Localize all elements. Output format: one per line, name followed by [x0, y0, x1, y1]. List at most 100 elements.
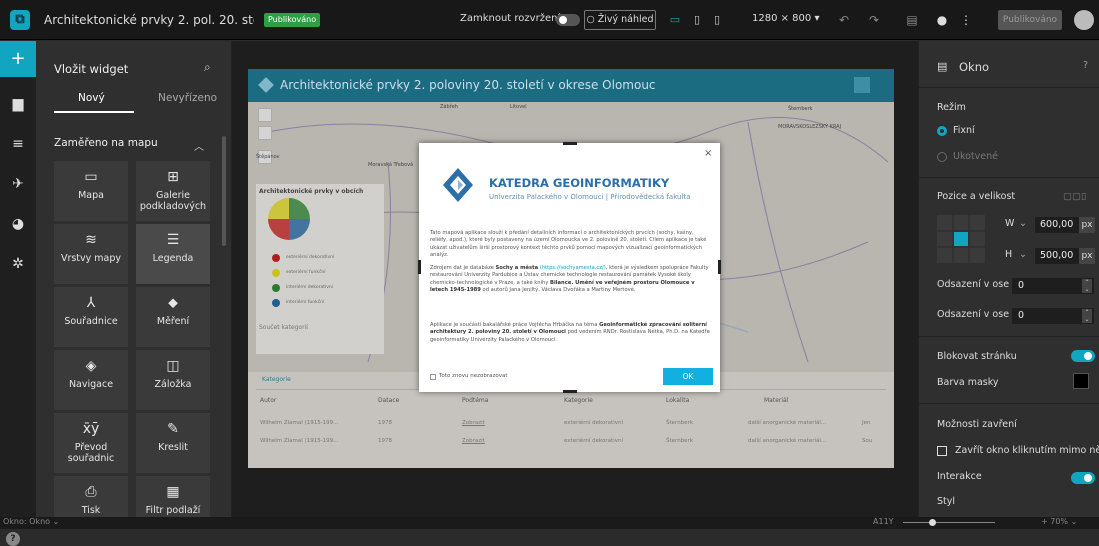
widget-floor-filter[interactable]: ▦ Filtr podlaží — [136, 476, 210, 517]
info-icon[interactable] — [854, 77, 870, 93]
table-header[interactable]: Kategorie — [564, 397, 593, 404]
tablet-view-icon[interactable]: ▯ — [688, 11, 706, 29]
table-header[interactable]: Lokalita — [666, 397, 689, 404]
legend-panel: Architektonické prvky v obcích exteriérn… — [256, 184, 384, 354]
height-unit[interactable]: px — [1079, 248, 1095, 264]
resize-handle[interactable] — [718, 260, 721, 274]
zoom-slider[interactable] — [903, 522, 995, 523]
close-outside-label: Zavřít okno kliknutím mimo něj — [955, 445, 1099, 456]
widget-draw[interactable]: ✎ Kreslit — [136, 413, 210, 473]
source-link[interactable]: (https://sochyamesta.cz/) — [538, 265, 606, 271]
undo-icon[interactable]: ↶ — [836, 11, 852, 29]
widget-navigation[interactable]: ◈ Navigace — [54, 350, 128, 410]
map-label: Šternberk — [788, 106, 813, 112]
avatar[interactable] — [1074, 10, 1094, 30]
zoom-out-button[interactable] — [258, 126, 272, 140]
layout-icons[interactable]: ▢▢▯ — [1063, 191, 1086, 202]
help-icon[interactable]: ? — [1083, 60, 1088, 71]
page-icon[interactable]: ▆ — [0, 86, 36, 122]
close-icon[interactable]: × — [704, 148, 712, 159]
app-header: Architektonické prvky 2. poloviny 20. st… — [248, 69, 894, 102]
widget-measure[interactable]: ⬥ Měření — [136, 287, 210, 347]
resize-handle[interactable] — [563, 390, 577, 393]
settings-icon[interactable]: ✲ — [0, 246, 36, 282]
table-tab[interactable]: Kategorie — [262, 376, 291, 383]
table-header[interactable]: Podtéma — [462, 397, 488, 404]
zoom-in-button[interactable] — [258, 108, 272, 122]
mode-fixed-radio[interactable] — [937, 126, 947, 136]
widget-print[interactable]: ⎙ Tisk — [54, 476, 128, 517]
legend-swatch — [272, 299, 280, 307]
status-badge: Publikováno — [264, 13, 321, 27]
more-menu-icon[interactable]: ⋮ — [958, 11, 974, 29]
phone-view-icon[interactable]: ▯ — [708, 11, 726, 29]
interaction-toggle[interactable] — [1071, 472, 1095, 484]
splash-window[interactable]: × KATEDRA GEOINFORMATIKY Univerzita Pala… — [419, 143, 720, 392]
position-anchor-grid[interactable] — [937, 215, 985, 263]
mask-color-swatch[interactable] — [1073, 373, 1089, 389]
widget-coordinates[interactable]: ⅄ Souřadnice — [54, 287, 128, 347]
mode-anchored-radio[interactable] — [937, 152, 947, 162]
tab-pending[interactable]: Nevyřízeno — [158, 92, 217, 104]
table-cell[interactable]: Zobrazit — [462, 438, 485, 444]
page-selector[interactable]: Okno: Okno ⌄ — [3, 517, 59, 526]
zoom-level[interactable]: + 70% ⌄ — [1041, 517, 1077, 526]
table-cell[interactable]: Zobrazit — [462, 420, 485, 426]
block-page-toggle[interactable] — [1071, 350, 1095, 362]
publish-button[interactable]: Publikováno — [998, 10, 1062, 30]
widget-basemap-gallery[interactable]: ⊞ Galerie podkladových — [136, 161, 210, 221]
widget-bookmark[interactable]: ◫ Záložka — [136, 350, 210, 410]
app-preview-title: Architektonické prvky 2. poloviny 20. st… — [280, 78, 656, 92]
chevron-down-icon[interactable]: ⌄ — [1019, 249, 1027, 260]
ok-button[interactable]: OK — [663, 368, 713, 385]
save-icon[interactable]: ▤ — [904, 11, 920, 29]
table-cell: Jen — [862, 420, 871, 426]
tab-new[interactable]: Nový — [78, 92, 105, 104]
mode-label: Režim — [937, 102, 966, 113]
block-page-label: Blokovat stránku — [937, 351, 1017, 362]
table-header[interactable]: Materiál — [764, 397, 788, 404]
width-label: W — [1005, 218, 1015, 229]
dont-show-again-label: Toto znovu nezobrazovat — [439, 373, 508, 379]
close-options-label: Možnosti zavření — [937, 419, 1017, 430]
table-header[interactable]: Datace — [378, 397, 399, 404]
resize-handle[interactable] — [418, 260, 421, 274]
offset-y-spinner[interactable]: ⌃ ⌄ — [1082, 309, 1092, 323]
tools-icon[interactable]: ✈ — [0, 166, 36, 202]
a11y-label[interactable]: A11Y — [873, 517, 894, 526]
insert-widget-icon[interactable]: + — [0, 41, 36, 77]
status-bar: Okno: Okno ⌄ A11Y + 70% ⌄ — [0, 517, 1099, 529]
dont-show-again-checkbox[interactable] — [430, 374, 436, 380]
widget-coordinate-conversion[interactable]: x̄ȳ Převod souřadnic — [54, 413, 128, 473]
chevron-down-icon[interactable]: ⌄ — [1019, 218, 1027, 229]
width-input[interactable]: 600,00 — [1035, 217, 1085, 233]
help-icon[interactable]: ? — [6, 532, 20, 546]
table-header[interactable]: Autor — [260, 397, 276, 404]
active-tab-indicator — [54, 111, 134, 113]
lock-layout-toggle[interactable] — [556, 14, 580, 26]
widget-map-layers[interactable]: ≋ Vrstvy mapy — [54, 224, 128, 284]
preview-icon[interactable]: ● — [934, 11, 950, 29]
app-logo-icon[interactable]: ⧉ — [10, 10, 30, 30]
widget-map[interactable]: ▭ Mapa — [54, 161, 128, 221]
theme-icon[interactable]: ◕ — [0, 206, 36, 242]
height-input[interactable]: 500,00 — [1035, 248, 1085, 264]
redo-icon[interactable]: ↷ — [866, 11, 882, 29]
table-cell: 1978 — [378, 438, 392, 444]
data-icon[interactable]: ≡ — [0, 126, 36, 162]
offset-x-spinner[interactable]: ⌃ ⌄ — [1082, 279, 1092, 293]
desktop-view-icon[interactable]: ▭ — [666, 11, 684, 29]
resize-handle[interactable] — [563, 142, 577, 145]
close-outside-checkbox[interactable] — [937, 446, 947, 456]
panel-title: Vložit widget — [54, 62, 129, 76]
thesis-paragraph: Aplikace je součástí bakalářské práce Vo… — [430, 322, 710, 343]
zoom-slider-handle[interactable] — [929, 519, 936, 526]
chevron-up-icon[interactable]: ︿ — [194, 138, 204, 153]
live-view-button[interactable]: ○ Živý náhled — [584, 10, 656, 30]
app-title[interactable]: Architektonické prvky 2. pol. 20. stol..… — [44, 13, 254, 27]
search-icon[interactable]: ⌕ — [204, 60, 211, 75]
width-unit[interactable]: px — [1079, 217, 1095, 233]
resolution-select[interactable]: 1280 × 800 ▾ — [752, 13, 819, 24]
panel-scrollbar[interactable] — [222, 136, 226, 246]
widget-legend[interactable]: ☰ Legenda — [136, 224, 210, 284]
